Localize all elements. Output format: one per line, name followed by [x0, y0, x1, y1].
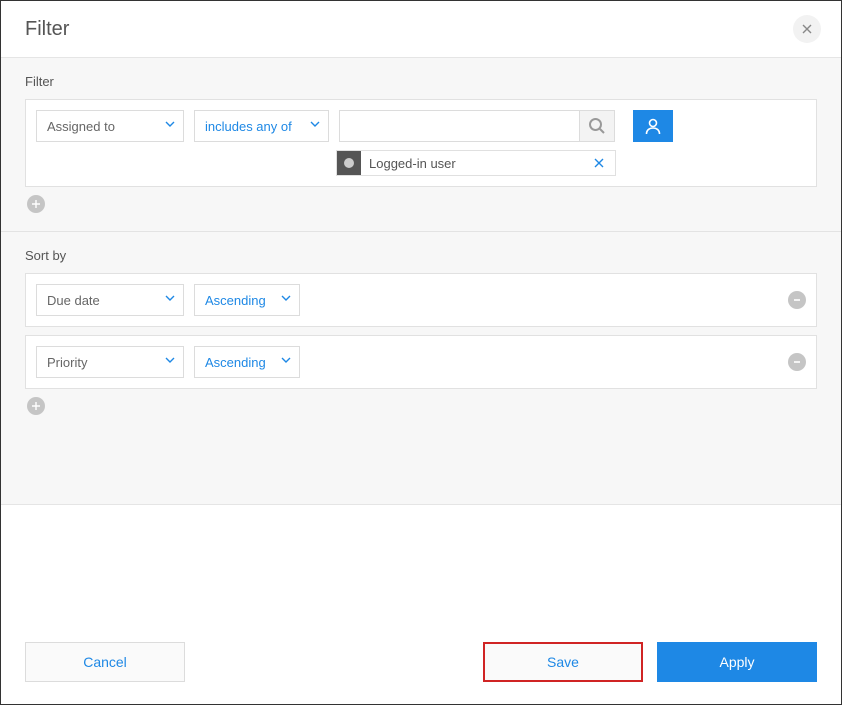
filter-row: Assigned to includes any of: [36, 110, 806, 142]
sort-section: Sort by Due date Ascending: [1, 231, 841, 433]
remove-sort-row-button[interactable]: [788, 353, 806, 371]
apply-button[interactable]: Apply: [657, 642, 817, 682]
minus-icon: [792, 295, 802, 305]
person-picker-button[interactable]: [633, 110, 673, 142]
add-sort-button[interactable]: [27, 397, 45, 415]
sort-field-value: Due date: [47, 293, 100, 308]
chevron-down-icon: [165, 121, 175, 131]
remove-sort-row-button[interactable]: [788, 291, 806, 309]
cancel-button[interactable]: Cancel: [25, 642, 185, 682]
chevron-down-icon: [165, 295, 175, 305]
sort-row-panel: Priority Ascending: [25, 335, 817, 389]
chevron-down-icon: [165, 357, 175, 367]
person-icon: [643, 116, 663, 136]
plus-icon: [31, 401, 41, 411]
filter-field-value: Assigned to: [47, 119, 115, 134]
sort-section-label: Sort by: [25, 248, 817, 263]
filter-chip: Logged-in user: [336, 150, 616, 176]
sort-direction-select[interactable]: Ascending: [194, 346, 300, 378]
sort-field-select[interactable]: Priority: [36, 346, 184, 378]
sort-direction-value: Ascending: [205, 355, 266, 370]
filter-dialog: Filter Filter Assigned to includes any o…: [0, 0, 842, 705]
filter-section-label: Filter: [25, 74, 817, 89]
filter-field-select[interactable]: Assigned to: [36, 110, 184, 142]
close-button[interactable]: [793, 15, 821, 43]
filter-value-input[interactable]: [339, 110, 579, 142]
chevron-down-icon: [310, 121, 320, 131]
logged-in-user-icon: [337, 151, 361, 175]
minus-icon: [792, 357, 802, 367]
sort-row-panel: Due date Ascending: [25, 273, 817, 327]
filter-chip-label: Logged-in user: [369, 156, 591, 171]
filter-operator-select[interactable]: includes any of: [194, 110, 329, 142]
add-filter-button[interactable]: [27, 195, 45, 213]
chevron-down-icon: [281, 357, 291, 367]
save-button[interactable]: Save: [483, 642, 643, 682]
close-icon: [594, 158, 604, 168]
filter-row-panel: Assigned to includes any of: [25, 99, 817, 187]
sort-field-value: Priority: [47, 355, 87, 370]
chip-remove-button[interactable]: [591, 155, 607, 171]
sort-row: Priority Ascending: [36, 346, 806, 378]
sort-row: Due date Ascending: [36, 284, 806, 316]
search-button[interactable]: [579, 110, 615, 142]
sort-direction-select[interactable]: Ascending: [194, 284, 300, 316]
sort-field-select[interactable]: Due date: [36, 284, 184, 316]
dialog-header: Filter: [1, 1, 841, 58]
dialog-title: Filter: [25, 18, 69, 41]
plus-icon: [31, 199, 41, 209]
filter-operator-value: includes any of: [205, 119, 292, 134]
chevron-down-icon: [281, 295, 291, 305]
filter-section: Filter Assigned to includes any of: [1, 58, 841, 231]
dialog-footer: Cancel Save Apply: [1, 504, 841, 704]
filter-chip-area: Logged-in user: [336, 150, 616, 176]
sort-direction-value: Ascending: [205, 293, 266, 308]
filter-value-search: [339, 110, 615, 142]
close-icon: [802, 24, 812, 34]
dialog-content: Filter Assigned to includes any of: [1, 58, 841, 504]
search-icon: [588, 117, 606, 135]
